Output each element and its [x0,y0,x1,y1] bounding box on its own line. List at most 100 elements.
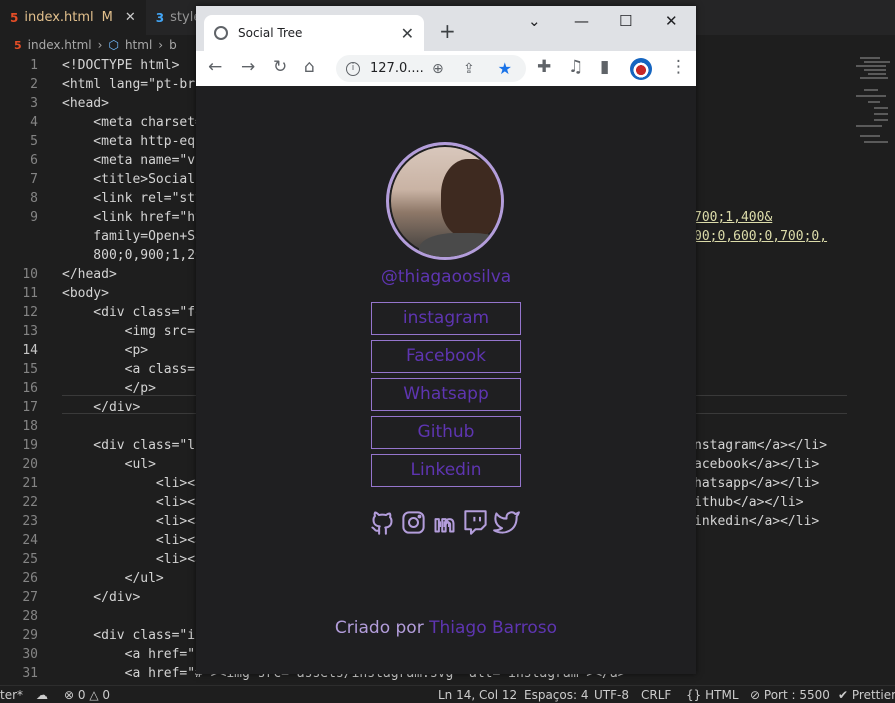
errors-indicator[interactable]: ⊗ 0 △ 0 [64,688,110,702]
line-number: 26 [22,571,38,586]
line-number: 31 [22,666,38,681]
eol[interactable]: CRLF [641,688,671,702]
code-text: </div> [62,590,141,605]
line-number: 24 [22,533,38,548]
line-number: 4 [30,115,38,130]
extensions-icon[interactable]: ✚ [537,57,551,77]
code-text: <meta charset= [62,115,203,130]
line-number: 20 [22,457,38,472]
breadcrumb-item[interactable]: index.html [28,38,92,52]
breadcrumb-item[interactable]: html [125,38,152,52]
code-text: <ul> [62,457,156,472]
code-text: <title>Social [62,172,203,187]
minimap[interactable] [852,55,895,195]
browser-tab[interactable]: Social Tree ✕ [204,15,424,51]
status-bar: ter* ☁ ⊗ 0 △ 0 Ln 14, Col 12 Espaços: 4 … [0,685,895,703]
close-tab-icon[interactable]: ✕ [401,24,414,43]
line-number: 22 [22,495,38,510]
tab-search-icon[interactable]: ⌄ [528,12,541,30]
github-icon[interactable] [369,509,396,536]
forward-icon[interactable]: → [241,57,255,77]
instagram-icon[interactable] [400,509,427,536]
link-github[interactable]: Github [371,416,521,449]
minimap-line [860,57,880,59]
element-icon: ⬡ [108,38,119,52]
code-text: <a href=" [62,647,196,662]
minimap-line [864,61,890,63]
linkedin-icon[interactable] [431,509,458,536]
line-number: 28 [22,609,38,624]
profile-face [441,159,501,237]
twitch-icon[interactable] [462,509,489,536]
code-fragment: nstagram</a></li> [694,438,828,453]
close-icon[interactable]: ✕ [125,10,136,25]
language-label: HTML [705,687,739,702]
code-text: <li><a [62,552,203,567]
code-text: <body> [62,286,109,301]
line-number: 6 [30,153,38,168]
maximize-button[interactable]: ☐ [619,12,632,30]
line-number: 7 [30,172,38,187]
zoom-icon[interactable]: ⊕ [432,61,444,77]
home-icon[interactable]: ⌂ [304,57,315,77]
code-text: <meta name="vi [62,153,203,168]
code-text: <head> [62,96,109,111]
link-linkedin[interactable]: Linkedin [371,454,521,487]
minimap-line [874,107,888,109]
link-whatsapp[interactable]: Whatsapp [371,378,521,411]
share-icon[interactable]: ⇪ [463,61,475,77]
prettier-status[interactable]: ✔ Prettier [838,688,895,702]
code-text: <div class="li [62,438,203,453]
profile-shirt [419,233,501,257]
code-text: <a class=" [62,362,203,377]
minimap-line [860,77,888,79]
twitter-icon[interactable] [493,509,520,536]
menu-icon[interactable]: ⋮ [670,57,687,77]
info-icon[interactable]: i [346,61,360,76]
line-number: 14 [22,343,38,358]
html5-icon: 5 [14,38,22,52]
radio-icon: ⊘ [750,687,761,702]
browser-window: Social Tree ✕ + ⌄ — ☐ ✕ ← → ↻ ⌂ i 127.0.… [196,6,696,674]
prettier-label: Prettier [851,687,895,702]
code-text: <div class="fo [62,305,203,320]
link-facebook[interactable]: Facebook [371,340,521,373]
back-icon[interactable]: ← [208,57,222,77]
media-icon[interactable]: ♫ [568,57,583,77]
close-window-button[interactable]: ✕ [665,12,678,30]
code-fragment: ithub</a></li> [694,495,804,510]
cursor-position[interactable]: Ln 14, Col 12 [438,688,517,702]
tab-index-html[interactable]: 5 index.html M ✕ [0,0,146,35]
port-label: Port : 5500 [763,687,830,702]
minimize-button[interactable]: — [574,12,589,30]
side-panel-icon[interactable]: ▮ [600,57,609,77]
breadcrumb-item[interactable]: b [169,38,177,52]
live-server-port[interactable]: ⊘ Port : 5500 [750,688,830,702]
encoding[interactable]: UTF-8 [594,688,629,702]
line-number: 16 [22,381,38,396]
broadcast-icon[interactable]: ☁ [36,688,48,702]
line-number: 8 [30,191,38,206]
line-number: 21 [22,476,38,491]
code-text: <li><a [62,533,203,548]
profile-photo [386,142,504,260]
link-list: instagram Facebook Whatsapp Github Linke… [371,302,521,492]
status-left[interactable]: ter* [0,688,23,702]
link-instagram[interactable]: instagram [371,302,521,335]
code-fragment: 700;1,400& [694,210,773,225]
code-text: </ul> [62,571,164,586]
reload-icon[interactable]: ↻ [273,57,287,77]
username[interactable]: @thiagaoosilva [196,267,696,287]
bookmark-star-icon[interactable]: ★ [498,59,512,78]
line-number: 25 [22,552,38,567]
minimap-line [868,73,886,75]
profile-avatar[interactable] [630,58,652,80]
code-text: </head> [62,267,117,282]
language-mode[interactable]: {} HTML [686,688,739,702]
code-text: </p> [62,381,156,396]
footer-author-link[interactable]: Thiago Barroso [429,618,557,638]
indentation[interactable]: Espaços: 4 [524,688,589,702]
new-tab-button[interactable]: + [439,19,456,43]
minimap-line [860,135,880,137]
address-bar[interactable]: i 127.0.... ⊕ ⇪ ★ [336,55,526,82]
